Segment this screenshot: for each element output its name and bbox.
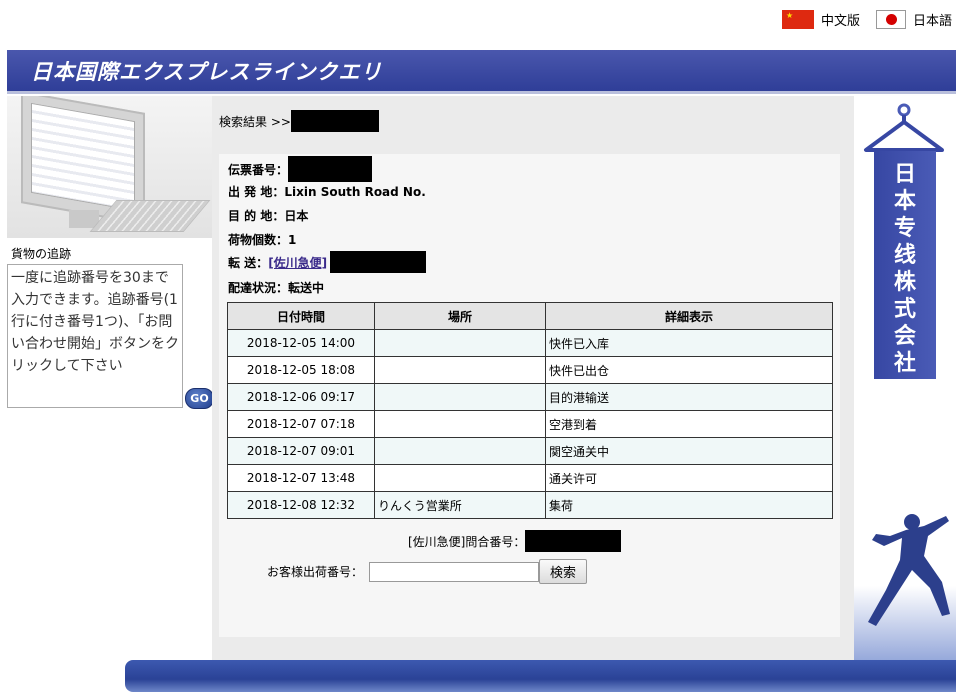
lang-chinese[interactable]: ★ 中文版 (782, 9, 860, 29)
table-row: 2018-12-05 18:08 快件已出仓 (227, 356, 833, 384)
runner-illustration (854, 514, 956, 666)
table-row: 2018-12-08 12:32 りんくう営業所 集荷 (227, 491, 833, 519)
main-content: 検索結果 >> 伝票番号： 出 発 地：Lixin South Road No.… (212, 96, 854, 660)
row-datetime: 2018-12-08 12:32 (227, 491, 375, 519)
row-location (374, 383, 546, 411)
search-button[interactable]: 検索 (539, 559, 588, 584)
pieces-row: 荷物個数：1 (228, 233, 297, 247)
row-datetime: 2018-12-06 09:17 (227, 383, 375, 411)
carrier-reference-label: [佐川急便]問合番号： (408, 534, 526, 549)
breadcrumb-label: 検索結果 >> (219, 114, 291, 129)
carrier-reference-row: [佐川急便]問合番号： (408, 530, 622, 552)
row-datetime: 2018-12-07 13:48 (227, 464, 375, 492)
row-datetime: 2018-12-05 14:00 (227, 329, 375, 357)
destination-row: 目 的 地：日本 (228, 209, 309, 223)
row-detail: 関空通关中 (545, 437, 833, 465)
transfer-row: 転 送： [佐川急便] (228, 251, 427, 273)
japan-flag-icon (876, 9, 906, 29)
row-detail: 快件已出仓 (545, 356, 833, 384)
row-datetime: 2018-12-05 18:08 (227, 356, 375, 384)
company-name: 日本专线株式会社 (893, 162, 916, 376)
lang-japanese[interactable]: 日本語 (876, 9, 952, 29)
row-detail: 目的港输送 (545, 383, 833, 411)
transfer-carrier-link[interactable]: [佐川急便] (268, 254, 327, 271)
row-location: りんくう営業所 (374, 491, 546, 519)
row-detail: 集荷 (545, 491, 833, 519)
table-row: 2018-12-07 07:18 空港到着 (227, 410, 833, 438)
row-detail: 通关许可 (545, 464, 833, 492)
redacted-reference-number (525, 530, 622, 552)
row-detail: 空港到着 (545, 410, 833, 438)
table-row: 2018-12-05 14:00 快件已入库 (227, 329, 833, 357)
row-location (374, 329, 546, 357)
computer-illustration (7, 96, 212, 238)
status-row: 配達状況：転送中 (228, 281, 325, 295)
tracking-number-textarea[interactable]: 一度に追跡番号を30まで入力できます。追跡番号(1行に付き番号1つ)、「お問い合… (7, 264, 183, 408)
transfer-label: 転 送： (228, 255, 269, 270)
go-button[interactable]: GO (185, 388, 214, 409)
table-row: 2018-12-06 09:17 目的港输送 (227, 383, 833, 411)
col-header-location: 場所 (374, 302, 546, 330)
tracking-history-table: 日付時間 場所 詳細表示 2018-12-05 14:00 快件已入库 2018… (227, 302, 833, 519)
footer-band (125, 660, 956, 692)
row-datetime: 2018-12-07 07:18 (227, 410, 375, 438)
origin-row: 出 発 地：Lixin South Road No. (228, 185, 426, 199)
customer-search-row: お客様出荷番号： 検索 (267, 559, 588, 584)
row-location (374, 356, 546, 384)
breadcrumb: 検索結果 >> (219, 110, 379, 132)
redacted-transfer-number (330, 251, 427, 273)
row-location (374, 410, 546, 438)
site-title: 日本国際エクスプレスラインクエリ (31, 60, 383, 84)
redacted-waybill-number (288, 156, 373, 182)
right-sidebar: 日本专线株式会社 (854, 96, 956, 666)
waybill-label: 伝票番号： (228, 162, 289, 177)
row-datetime: 2018-12-07 09:01 (227, 437, 375, 465)
tracking-label: 貨物の追跡 (11, 247, 72, 261)
customer-number-input[interactable] (369, 561, 540, 582)
row-detail: 快件已入库 (545, 329, 833, 357)
company-vertical-banner: 日本专线株式会社 (874, 151, 936, 379)
table-row: 2018-12-07 09:01 関空通关中 (227, 437, 833, 465)
redacted-tracking-number (290, 110, 379, 132)
row-location (374, 437, 546, 465)
waybill-row: 伝票番号： (228, 156, 373, 182)
header-banner: 日本国際エクスプレスラインクエリ (7, 50, 956, 94)
customer-number-label: お客様出荷番号： (267, 565, 364, 579)
lang-chinese-label: 中文版 (821, 13, 861, 29)
left-sidebar: 貨物の追跡 一度に追跡番号を30まで入力できます。追跡番号(1行に付き番号1つ)… (7, 96, 214, 426)
table-header-row: 日付時間 場所 詳細表示 (227, 302, 833, 330)
col-header-detail: 詳細表示 (545, 302, 833, 330)
china-flag-icon: ★ (782, 9, 814, 29)
row-location (374, 464, 546, 492)
lang-japanese-label: 日本語 (913, 13, 953, 29)
table-row: 2018-12-07 13:48 通关许可 (227, 464, 833, 492)
col-header-datetime: 日付時間 (227, 302, 375, 330)
